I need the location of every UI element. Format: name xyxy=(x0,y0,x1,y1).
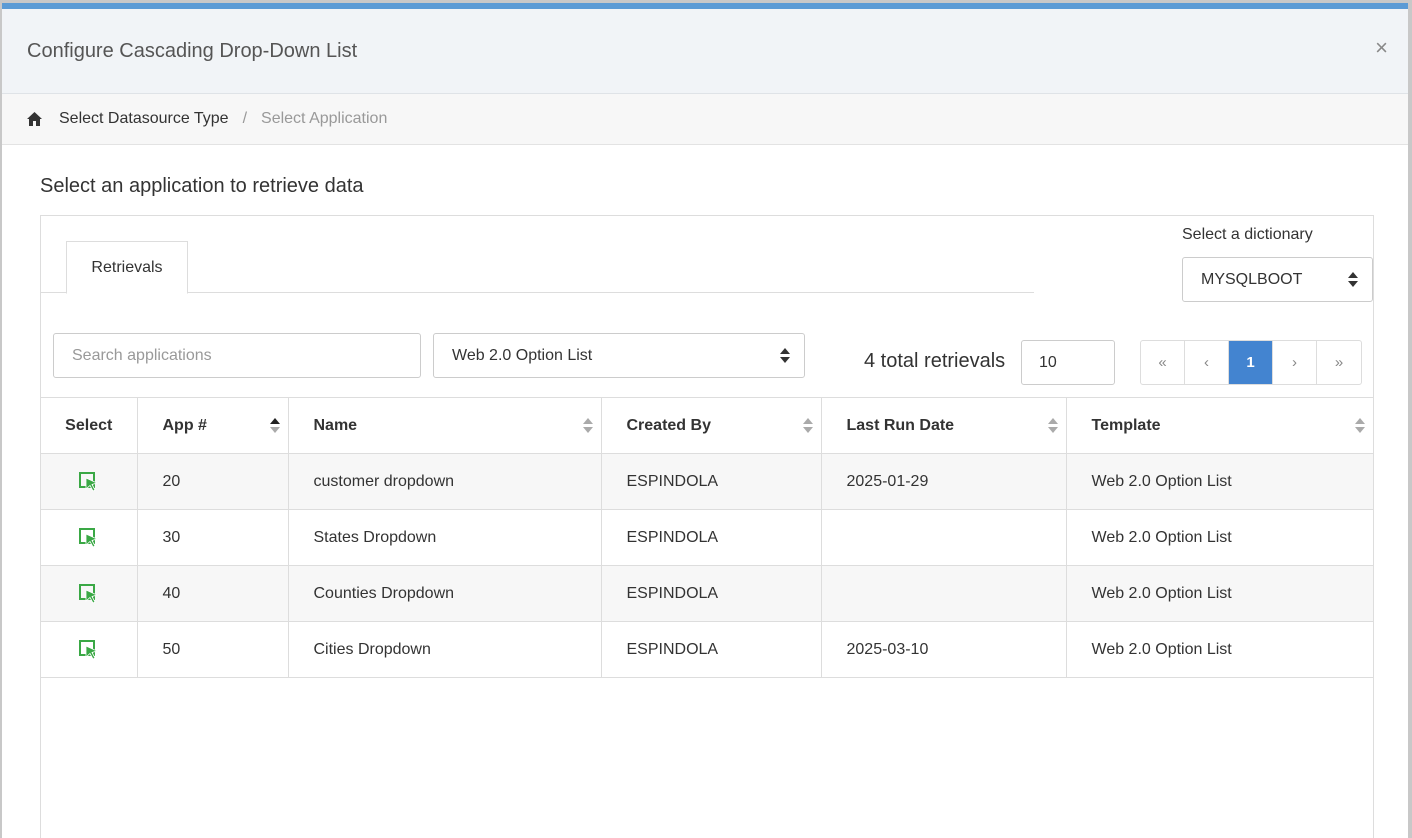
page-button-current[interactable]: 1 xyxy=(1229,341,1273,384)
table-header-row: Select App # Name Created By Last Run Da… xyxy=(41,397,1373,454)
select-cell xyxy=(41,565,137,622)
app-number-cell: 50 xyxy=(136,621,288,678)
table-row: 20 customer dropdown ESPINDOLA 2025-01-2… xyxy=(41,453,1373,510)
name-cell: Counties Dropdown xyxy=(287,565,601,622)
next-page-button[interactable]: › xyxy=(1273,341,1317,384)
retrievals-table: Select App # Name Created By Last Run Da… xyxy=(41,397,1373,678)
name-cell: States Dropdown xyxy=(287,509,601,566)
tab-retrievals[interactable]: Retrievals xyxy=(66,241,188,294)
table-row: 30 States Dropdown ESPINDOLA Web 2.0 Opt… xyxy=(41,509,1373,566)
select-cell xyxy=(41,621,137,678)
breadcrumb-item-application: Select Application xyxy=(261,110,388,127)
app-number-cell: 20 xyxy=(136,453,288,510)
sort-icon xyxy=(582,418,593,434)
last-page-button[interactable]: » xyxy=(1317,341,1361,384)
first-page-button[interactable]: « xyxy=(1141,341,1185,384)
column-header-template[interactable]: Template xyxy=(1065,397,1373,454)
sort-icon xyxy=(1355,418,1365,434)
modal-header: Configure Cascading Drop-Down List × xyxy=(2,9,1408,94)
pagination: « ‹ 1 › » xyxy=(1140,340,1362,385)
dictionary-select[interactable]: MYSQLBOOT xyxy=(1182,257,1373,302)
modal-title: Configure Cascading Drop-Down List xyxy=(27,40,358,62)
dictionary-select-value: MYSQLBOOT xyxy=(1201,270,1303,288)
column-header-last-run-date[interactable]: Last Run Date xyxy=(820,397,1066,454)
select-pointer-icon[interactable] xyxy=(78,527,99,548)
sort-icon xyxy=(269,418,280,434)
column-header-name[interactable]: Name xyxy=(287,397,601,454)
template-cell: Web 2.0 Option List xyxy=(1065,453,1373,510)
template-cell: Web 2.0 Option List xyxy=(1065,565,1373,622)
retrievals-panel: Retrievals Select a dictionary MYSQLBOOT… xyxy=(40,215,1374,838)
created-by-cell: ESPINDOLA xyxy=(600,565,821,622)
last-run-cell xyxy=(820,509,1066,566)
sort-icon xyxy=(1047,418,1058,434)
select-pointer-icon[interactable] xyxy=(78,639,99,660)
template-cell: Web 2.0 Option List xyxy=(1065,509,1373,566)
template-filter-select[interactable]: Web 2.0 Option List xyxy=(433,333,805,378)
home-icon[interactable] xyxy=(26,111,43,127)
tab-strip: Retrievals xyxy=(41,241,1034,294)
select-pointer-icon[interactable] xyxy=(78,471,99,492)
template-filter-value: Web 2.0 Option List xyxy=(452,346,593,364)
dictionary-label: Select a dictionary xyxy=(1182,226,1313,243)
created-by-cell: ESPINDOLA xyxy=(600,621,821,678)
search-input[interactable] xyxy=(53,333,421,378)
select-pointer-icon[interactable] xyxy=(78,583,99,604)
name-cell: Cities Dropdown xyxy=(287,621,601,678)
select-cell xyxy=(41,509,137,566)
sort-icon xyxy=(802,418,813,434)
name-cell: customer dropdown xyxy=(287,453,601,510)
created-by-cell: ESPINDOLA xyxy=(600,453,821,510)
section-title: Select an application to retrieve data xyxy=(40,175,364,197)
breadcrumb-separator: / xyxy=(242,110,248,127)
created-by-cell: ESPINDOLA xyxy=(600,509,821,566)
select-arrows-icon xyxy=(1348,272,1358,288)
column-header-select: Select xyxy=(41,397,137,454)
column-header-app-number[interactable]: App # xyxy=(136,397,288,454)
total-retrievals: 4 total retrievals xyxy=(864,350,1006,372)
breadcrumb: Select Datasource Type / Select Applicat… xyxy=(2,94,1408,145)
select-cell xyxy=(41,453,137,510)
select-arrows-icon xyxy=(780,348,790,364)
table-row: 50 Cities Dropdown ESPINDOLA 2025-03-10 … xyxy=(41,621,1373,678)
last-run-cell: 2025-01-29 xyxy=(820,453,1066,510)
last-run-cell xyxy=(820,565,1066,622)
table-row: 40 Counties Dropdown ESPINDOLA Web 2.0 O… xyxy=(41,565,1373,622)
column-header-created-by[interactable]: Created By xyxy=(600,397,821,454)
app-number-cell: 40 xyxy=(136,565,288,622)
breadcrumb-item-datasource-type[interactable]: Select Datasource Type xyxy=(59,110,229,128)
close-button[interactable]: × xyxy=(1375,37,1388,59)
prev-page-button[interactable]: ‹ xyxy=(1185,341,1229,384)
page-size-input[interactable] xyxy=(1021,340,1115,385)
template-cell: Web 2.0 Option List xyxy=(1065,621,1373,678)
app-number-cell: 30 xyxy=(136,509,288,566)
last-run-cell: 2025-03-10 xyxy=(820,621,1066,678)
modal-dialog: Configure Cascading Drop-Down List × Sel… xyxy=(2,3,1408,838)
